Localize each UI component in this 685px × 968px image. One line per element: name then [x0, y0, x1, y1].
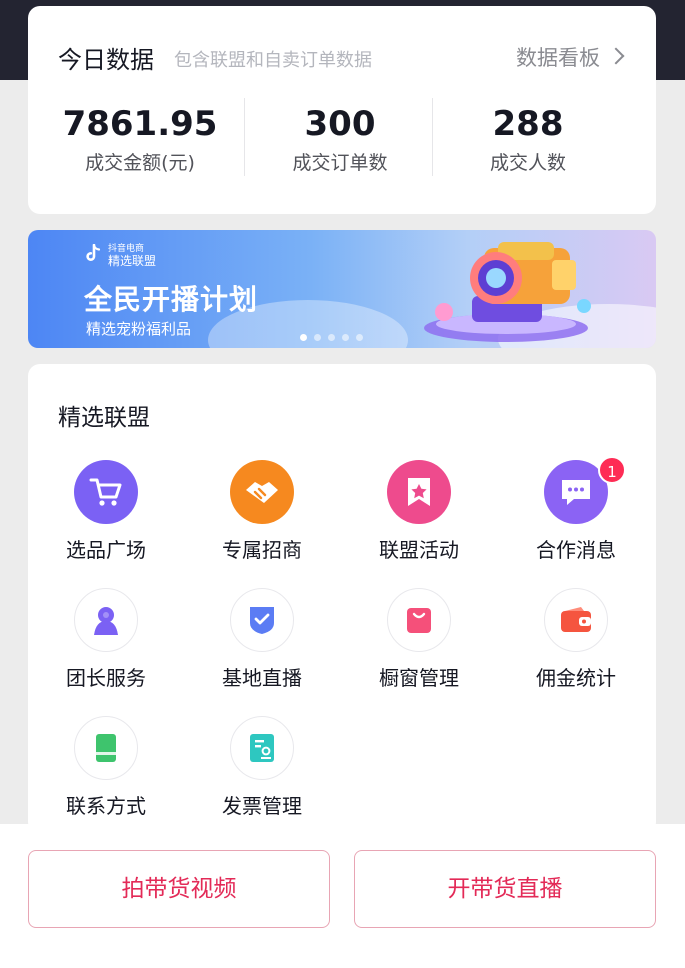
- banner-brand: 抖音电商: [108, 244, 145, 254]
- carousel-dot[interactable]: [300, 334, 307, 341]
- today-data-title: 今日数据: [58, 46, 154, 74]
- feature-cooperation-messages[interactable]: 1 合作消息: [506, 456, 646, 570]
- feature-label: 合作消息: [536, 538, 616, 562]
- metric-value: 288: [492, 104, 564, 144]
- feature-product-square[interactable]: 选品广场: [36, 460, 176, 570]
- handshake-icon: [230, 460, 294, 524]
- feature-label: 联盟活动: [379, 538, 459, 562]
- metric-label: 成交订单数: [292, 152, 388, 174]
- unread-badge: 1: [598, 456, 626, 484]
- metric-gmv[interactable]: 7861.95 成交金额(元): [40, 104, 240, 175]
- data-dashboard-link[interactable]: 数据看板: [516, 42, 600, 72]
- feature-base-live[interactable]: 基地直播: [192, 588, 332, 698]
- wallet-icon: [544, 588, 608, 652]
- feature-contact-info[interactable]: 联系方式: [36, 716, 176, 826]
- feature-leader-service[interactable]: 团长服务: [36, 588, 176, 698]
- camera-illustration: [424, 242, 591, 342]
- feature-label: 联系方式: [66, 794, 146, 818]
- feature-label: 选品广场: [66, 538, 146, 562]
- alliance-features-card: 精选联盟 选品广场 专属招商 联盟活动 1 合作消息 团长服务 基地直播 橱窗管…: [28, 364, 656, 834]
- banner-logo-text: 精选联盟: [108, 254, 157, 268]
- shoot-video-button[interactable]: 拍带货视频: [28, 850, 330, 928]
- person-icon: [74, 588, 138, 652]
- metric-buyers[interactable]: 288 成交人数: [428, 104, 628, 175]
- metric-label: 成交金额(元): [85, 152, 195, 174]
- banner-subtitle: 精选宠粉福利品: [86, 320, 192, 338]
- metric-orders[interactable]: 300 成交订单数: [240, 104, 440, 175]
- section-title: 精选联盟: [58, 405, 150, 431]
- start-live-button[interactable]: 开带货直播: [354, 850, 656, 928]
- feature-exclusive-recruitment[interactable]: 专属招商: [192, 460, 332, 570]
- invoice-icon: [230, 716, 294, 780]
- feature-commission-stats[interactable]: 佣金统计: [506, 588, 646, 698]
- chevron-right-icon[interactable]: [607, 47, 625, 65]
- promo-banner[interactable]: 抖音电商 精选联盟 全民开播计划 精选宠粉福利品: [28, 230, 656, 348]
- bottom-action-bar: 拍带货视频 开带货直播: [0, 824, 685, 968]
- feature-label: 橱窗管理: [379, 666, 459, 690]
- feature-label: 发票管理: [222, 794, 302, 818]
- feature-label: 专属招商: [222, 538, 302, 562]
- phone-icon: [74, 716, 138, 780]
- today-data-card: 今日数据 包含联盟和自卖订单数据 数据看板 7861.95 成交金额(元) 30…: [28, 6, 656, 214]
- feature-alliance-activity[interactable]: 联盟活动: [349, 460, 489, 570]
- metric-value: 7861.95: [62, 104, 218, 144]
- carousel-dot[interactable]: [356, 334, 363, 341]
- metric-label: 成交人数: [489, 152, 566, 174]
- carousel-dot[interactable]: [314, 334, 321, 341]
- cart-icon: [74, 460, 138, 524]
- feature-showcase-management[interactable]: 橱窗管理: [349, 588, 489, 698]
- bookmark-star-icon: [387, 460, 451, 524]
- feature-invoice-management[interactable]: 发票管理: [192, 716, 332, 826]
- carousel-dot[interactable]: [328, 334, 335, 341]
- shield-check-icon: [230, 588, 294, 652]
- feature-label: 基地直播: [222, 666, 302, 690]
- shopping-bag-icon: [387, 588, 451, 652]
- banner-title: 全民开播计划: [84, 283, 259, 316]
- feature-label: 佣金统计: [536, 666, 616, 690]
- carousel-dots: [300, 334, 363, 341]
- feature-label: 团长服务: [66, 666, 146, 690]
- metric-value: 300: [304, 104, 376, 144]
- carousel-dot[interactable]: [342, 334, 349, 341]
- douyin-logo-icon: [86, 244, 101, 261]
- today-data-subtitle: 包含联盟和自卖订单数据: [174, 50, 372, 71]
